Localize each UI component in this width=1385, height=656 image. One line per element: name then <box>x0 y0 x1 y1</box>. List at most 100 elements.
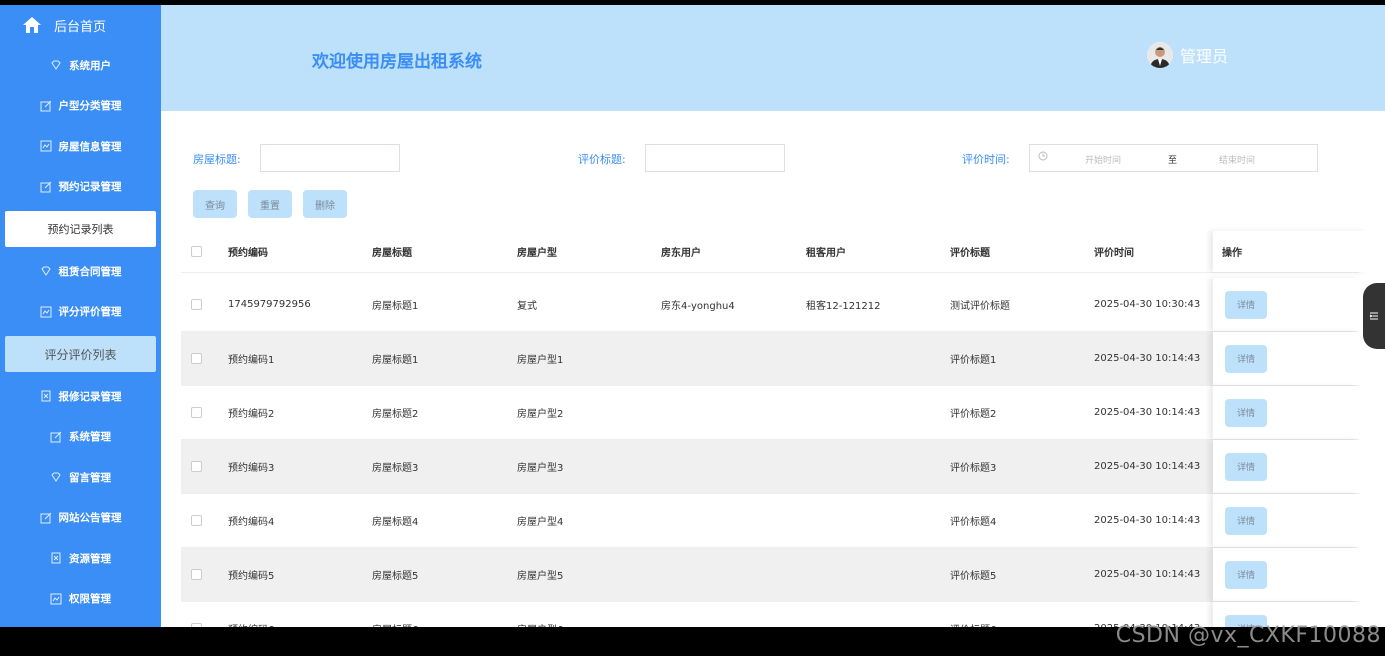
table-cell: 1745979792956 <box>228 299 311 310</box>
sidebar-item-label: 网站公告管理 <box>58 512 122 525</box>
column-header[interactable]: 房屋标题 <box>372 231 516 272</box>
header: 欢迎使用房屋出租系统 管理员 <box>161 5 1385 111</box>
table-cell <box>661 440 805 493</box>
sidebar-submenu: 预约记录列表 <box>0 207 161 251</box>
table-cell: 房屋户型3 <box>517 463 564 474</box>
delete-button[interactable]: 删除 <box>303 190 347 218</box>
sidebar-item-label: 报修记录管理 <box>58 390 122 403</box>
select-cell <box>181 494 231 547</box>
user-menu[interactable]: 管理员 <box>1147 42 1228 68</box>
detail-button[interactable]: 详情 <box>1225 398 1267 427</box>
query-button[interactable]: 查询 <box>193 190 237 218</box>
row-checkbox[interactable] <box>191 407 202 418</box>
table-cell: 房屋标题6 <box>372 602 516 627</box>
row-checkbox[interactable] <box>191 299 202 310</box>
detail-button[interactable]: 详情 <box>1225 452 1267 481</box>
column-header[interactable]: 预约编码 <box>228 231 372 272</box>
row-checkbox[interactable] <box>191 246 202 257</box>
sidebar-item[interactable]: 留言管理 <box>0 457 161 498</box>
table-row[interactable]: 预约编码1 房屋标题1 房屋户型1 评价标题1 2025-04-30 10:14:43 详… <box>181 332 1359 386</box>
row-checkbox[interactable] <box>191 515 202 526</box>
detail-button[interactable]: 详情 <box>1225 344 1267 373</box>
table-row[interactable]: 1745979792956 房屋标题1 复式 房东4-yonghu4 租客12-1212… <box>181 278 1359 332</box>
column-header[interactable]: 房东用户 <box>661 231 805 272</box>
select-cell <box>181 602 231 627</box>
detail-button[interactable]: 详情 <box>1225 290 1267 319</box>
table-cell: 测试评价标题 <box>950 301 1010 312</box>
diamond-icon <box>40 265 52 277</box>
sidebar-item-label: 权限管理 <box>69 593 111 606</box>
row-checkbox[interactable] <box>191 623 202 627</box>
date-end-placeholder: 结束时间 <box>1219 156 1256 166</box>
column-header[interactable]: 评价标题 <box>950 231 1094 272</box>
sidebar-item-label: 预约记录管理 <box>58 181 122 194</box>
table-cell <box>661 602 805 627</box>
sidebar-item[interactable]: 系统管理 <box>0 417 161 458</box>
table-cell <box>661 332 805 385</box>
submenu-reservation-list[interactable]: 预约记录列表 <box>5 211 156 247</box>
doc-icon <box>40 390 52 402</box>
date-range-picker[interactable]: 开始时间 至 结束时间 <box>1029 144 1318 172</box>
home-icon <box>22 15 42 35</box>
sidebar-item-label: 户型分类管理 <box>58 100 122 113</box>
sidebar-item[interactable]: 房屋信息管理 <box>0 126 161 167</box>
sidebar-item[interactable]: 资源管理 <box>0 538 161 579</box>
diamond-icon <box>50 471 62 483</box>
table-cell: 房屋户型5 <box>517 571 564 582</box>
table-cell <box>661 494 805 547</box>
row-checkbox[interactable] <box>191 569 202 580</box>
chart-icon <box>40 306 52 318</box>
table-cell: 房东4-yonghu4 <box>661 301 735 312</box>
sidebar-item-label: 系统管理 <box>69 431 111 444</box>
row-checkbox[interactable] <box>191 353 202 364</box>
sidebar-item[interactable]: 网站公告管理 <box>0 498 161 539</box>
column-header[interactable]: 租客用户 <box>806 231 950 272</box>
actions-cell: 详情 <box>1213 548 1359 601</box>
date-start-placeholder: 开始时间 <box>1085 156 1122 166</box>
table-cell: 房屋标题1 <box>372 301 419 312</box>
review-title-input[interactable] <box>645 144 785 172</box>
chart-icon <box>40 140 52 152</box>
table-row[interactable]: 预约编码4 房屋标题4 房屋户型4 评价标题4 2025-04-30 10:14:43 详… <box>181 494 1359 548</box>
date-separator: 至 <box>1168 156 1178 166</box>
edit-icon <box>40 181 52 193</box>
doc-icon <box>50 552 62 564</box>
table-cell <box>806 602 950 627</box>
user-name: 管理员 <box>1180 47 1229 66</box>
sidebar-item[interactable]: 系统用户 <box>0 45 161 86</box>
edit-icon <box>40 512 52 524</box>
actions-cell: 详情 <box>1213 278 1359 331</box>
actions-cell: 详情 <box>1213 386 1359 439</box>
select-cell <box>181 386 231 439</box>
column-header[interactable]: 操作 <box>1213 231 1368 272</box>
sidebar-item[interactable]: 租赁合同管理 <box>0 251 161 292</box>
sidebar-item[interactable]: 评分评价管理 <box>0 292 161 333</box>
table-cell: 房屋标题2 <box>372 409 419 420</box>
table-cell: 评价标题6 <box>950 602 1094 627</box>
table-row[interactable]: 预约编码5 房屋标题5 房屋户型5 评价标题5 2025-04-30 10:14:43 详… <box>181 548 1359 602</box>
detail-button[interactable]: 详情 <box>1225 560 1267 589</box>
sidebar-item[interactable]: 权限管理 <box>0 579 161 620</box>
table-cell: 复式 <box>517 301 537 312</box>
house-title-input[interactable] <box>260 144 400 172</box>
table-cell: 评价标题1 <box>950 355 997 366</box>
submenu-review-list[interactable]: 评分评价列表 <box>5 336 156 372</box>
table-row[interactable]: 预约编码2 房屋标题2 房屋户型2 评价标题2 2025-04-30 10:14:43 详… <box>181 386 1359 440</box>
sidebar-home[interactable]: 后台首页 <box>0 5 161 45</box>
sidebar-item-label: 评分评价管理 <box>58 306 122 319</box>
detail-button[interactable]: 详情 <box>1225 506 1267 535</box>
reset-button[interactable]: 重置 <box>248 190 292 218</box>
column-header[interactable]: 房屋户型 <box>517 231 661 272</box>
select-cell <box>181 440 231 493</box>
sidebar-item[interactable]: 户型分类管理 <box>0 86 161 127</box>
sidebar-item[interactable]: 预约记录管理 <box>0 167 161 208</box>
sidebar-item[interactable]: 报修记录管理 <box>0 376 161 417</box>
row-checkbox[interactable] <box>191 461 202 472</box>
page-title: 欢迎使用房屋出租系统 <box>312 52 482 72</box>
side-panel-toggle[interactable] <box>1363 283 1385 349</box>
chart-icon <box>50 593 62 605</box>
table-row[interactable]: 预约编码3 房屋标题3 房屋户型3 评价标题3 2025-04-30 10:14:43 详… <box>181 440 1359 494</box>
table-cell <box>806 548 950 601</box>
sidebar-submenu: 评分评价列表 <box>0 332 161 376</box>
table-cell: 预约编码5 <box>228 571 275 582</box>
